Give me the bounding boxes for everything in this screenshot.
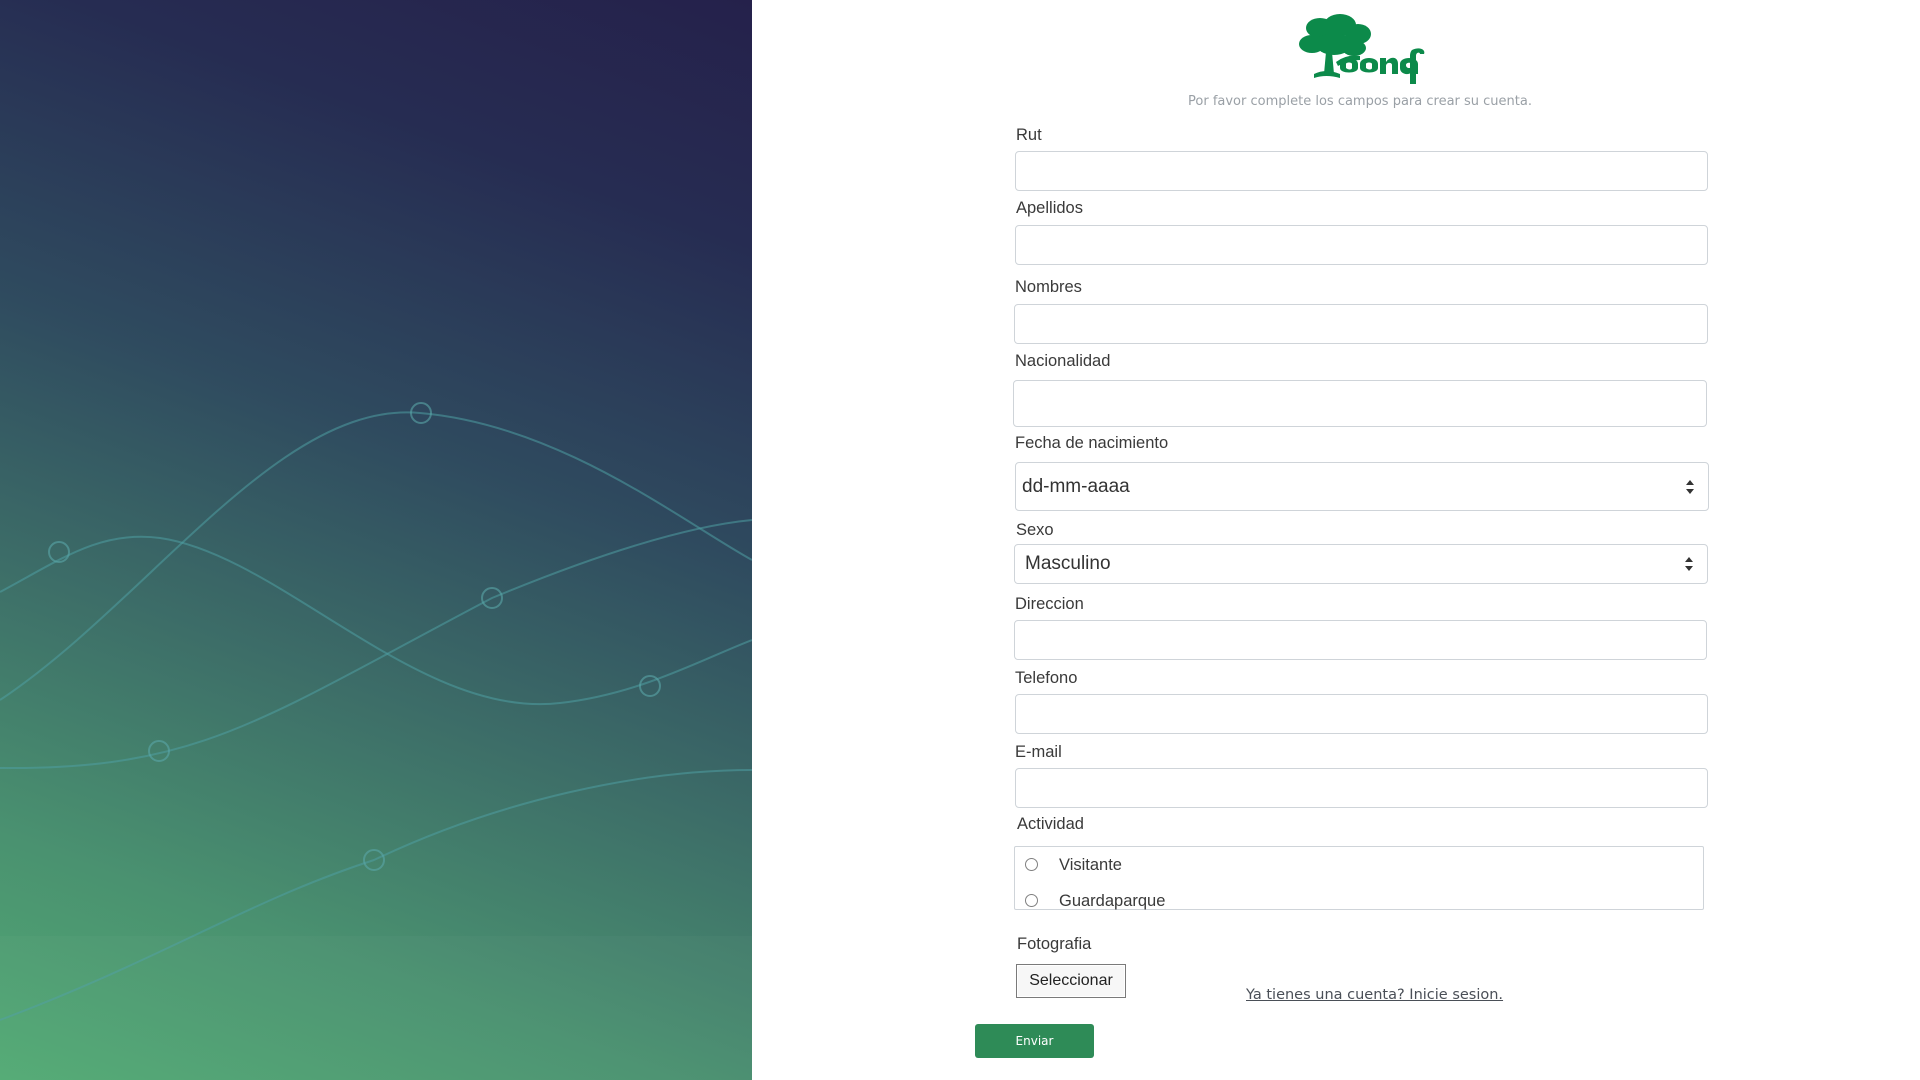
sexo-selected-value: Masculino [1025, 553, 1111, 574]
wave-lines-decoration [0, 402, 752, 1021]
tree-logo-icon [1299, 14, 1425, 84]
direccion-label: Direccion [1015, 595, 1084, 613]
bottom-band-decoration [0, 936, 752, 1080]
telefono-label: Telefono [1015, 669, 1078, 687]
radio-option-visitante[interactable]: Visitante [1025, 854, 1122, 874]
date-spinner-icon[interactable] [1686, 479, 1694, 494]
conaf-logo [1296, 14, 1426, 88]
nacionalidad-input[interactable] [1013, 380, 1707, 427]
radio-label-guardaparque: Guardaparque [1059, 892, 1166, 910]
actividad-radio-group: Visitante Guardaparque [1014, 846, 1704, 910]
sexo-select[interactable]: Masculino [1014, 544, 1708, 584]
email-input[interactable] [1015, 768, 1708, 808]
form-instructions: Por favor complete los campos para crear… [1188, 94, 1532, 109]
nacionalidad-label: Nacionalidad [1015, 352, 1111, 370]
actividad-label: Actividad [1017, 815, 1084, 833]
rut-input[interactable] [1015, 151, 1708, 191]
apellidos-label: Apellidos [1016, 199, 1083, 217]
fecha-nacimiento-label: Fecha de nacimiento [1015, 434, 1169, 452]
decorative-background-panel [0, 0, 752, 1080]
fecha-nacimiento-input[interactable]: dd-mm-aaaa [1015, 462, 1709, 511]
email-label: E-mail [1015, 743, 1062, 761]
direccion-input[interactable] [1014, 620, 1707, 660]
login-link[interactable]: Ya tienes una cuenta? Inicie sesion. [1246, 987, 1503, 1003]
telefono-input[interactable] [1015, 694, 1708, 734]
nombres-label: Nombres [1015, 278, 1082, 296]
nombres-input[interactable] [1014, 304, 1708, 344]
fotografia-label: Fotografia [1017, 935, 1092, 953]
radio-guardaparque[interactable] [1025, 893, 1038, 907]
apellidos-input[interactable] [1015, 225, 1708, 265]
sexo-label: Sexo [1016, 521, 1054, 539]
radio-visitante[interactable] [1025, 857, 1038, 871]
select-file-button[interactable]: Seleccionar [1016, 964, 1126, 998]
radio-option-guardaparque[interactable]: Guardaparque [1025, 890, 1165, 910]
fecha-nacimiento-value: dd-mm-aaaa [1022, 475, 1130, 497]
select-arrows-icon [1685, 557, 1693, 571]
rut-label: Rut [1016, 126, 1042, 144]
radio-label-visitante: Visitante [1059, 856, 1122, 874]
submit-button[interactable]: Enviar [975, 1024, 1094, 1058]
